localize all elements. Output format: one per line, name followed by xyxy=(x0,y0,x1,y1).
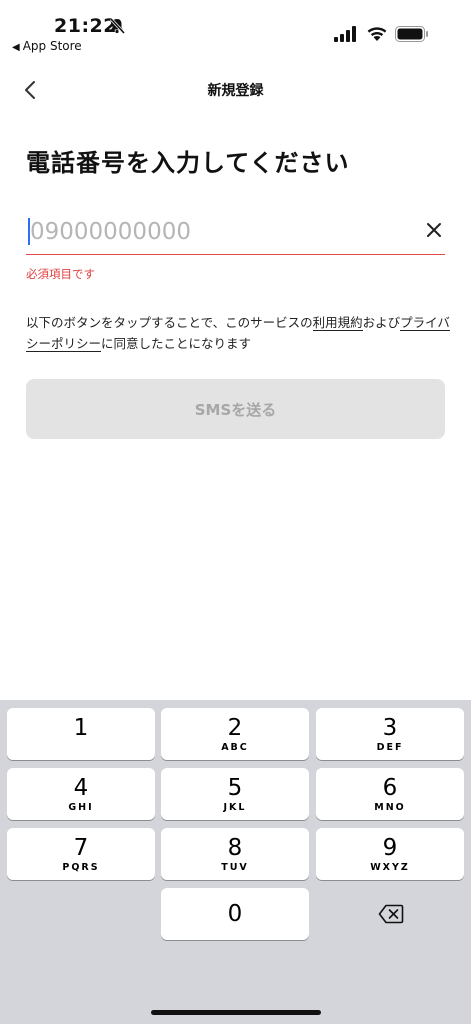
terms-of-service-link[interactable]: 利用規約 xyxy=(312,315,363,331)
error-message: 必須項目です xyxy=(26,267,95,281)
back-app-label: App Store xyxy=(22,39,82,53)
status-bar: 21:22 ◀ App Store xyxy=(0,0,471,60)
key-digit: 8 xyxy=(227,835,243,861)
key-digit: 1 xyxy=(73,715,89,741)
terms-before: 以下のボタンをタップすることで、このサービスの xyxy=(26,315,313,330)
back-triangle-icon: ◀ xyxy=(12,42,20,53)
key-digit: 9 xyxy=(382,835,398,861)
input-underline xyxy=(26,254,445,255)
key-1[interactable]: 1 xyxy=(7,708,155,760)
key-digit: 5 xyxy=(227,775,243,801)
key-5[interactable]: 5 JKL xyxy=(161,768,309,820)
key-letters: WXYZ xyxy=(370,862,410,873)
key-digit: 2 xyxy=(227,715,243,741)
battery-icon xyxy=(395,26,429,42)
key-digit: 7 xyxy=(73,835,89,861)
page-title: 電話番号を入力してください xyxy=(26,149,350,177)
key-9[interactable]: 9 WXYZ xyxy=(316,828,464,880)
bell-slash-icon xyxy=(108,17,126,35)
key-digit: 0 xyxy=(227,901,243,927)
key-4[interactable]: 4 GHI xyxy=(7,768,155,820)
text-caret xyxy=(28,218,30,245)
key-letters: TUV xyxy=(221,862,249,873)
wifi-icon xyxy=(366,24,388,42)
key-letters: ABC xyxy=(221,742,249,753)
terms-text: 以下のボタンをタップすることで、このサービスの利用規約およびプライバシーポリシー… xyxy=(26,312,451,354)
key-letters: DEF xyxy=(376,742,404,753)
numeric-keyboard: 1 2 ABC 3 DEF 4 GHI 5 JKL 6 MNO 7 PQRS 8… xyxy=(0,700,471,1024)
signal-icon xyxy=(334,26,358,42)
key-digit: 4 xyxy=(73,775,89,801)
key-7[interactable]: 7 PQRS xyxy=(7,828,155,880)
key-2[interactable]: 2 ABC xyxy=(161,708,309,760)
nav-title: 新規登録 xyxy=(207,83,264,99)
back-to-app-store[interactable]: ◀ App Store xyxy=(12,39,82,53)
key-letters: PQRS xyxy=(62,862,100,873)
key-letters: GHI xyxy=(68,802,94,813)
key-letters: JKL xyxy=(223,802,247,813)
delete-key[interactable] xyxy=(316,889,464,941)
terms-after: に同意したことになります xyxy=(101,336,252,351)
key-3[interactable]: 3 DEF xyxy=(316,708,464,760)
key-digit: 3 xyxy=(382,715,398,741)
home-indicator[interactable] xyxy=(151,1010,321,1015)
send-sms-button[interactable]: SMSを送る xyxy=(26,379,445,439)
close-icon xyxy=(427,223,441,237)
key-6[interactable]: 6 MNO xyxy=(316,768,464,820)
phone-number-input[interactable] xyxy=(26,212,414,252)
clear-input-button[interactable] xyxy=(424,220,444,240)
terms-middle: および xyxy=(362,315,401,330)
key-8[interactable]: 8 TUV xyxy=(161,828,309,880)
key-letters: MNO xyxy=(374,802,406,813)
backspace-icon xyxy=(378,904,404,924)
key-digit: 6 xyxy=(382,775,398,801)
key-0[interactable]: 0 xyxy=(161,888,309,940)
